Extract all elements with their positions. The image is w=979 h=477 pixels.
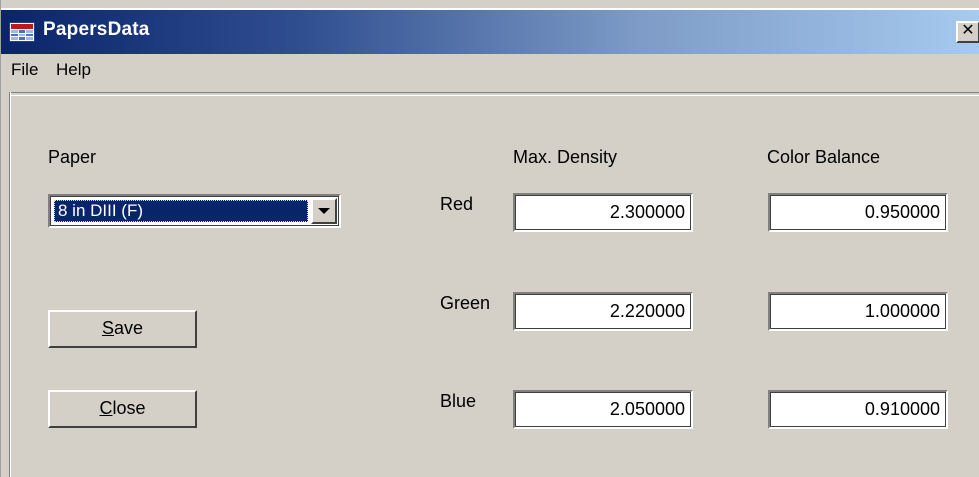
green-color-balance-field[interactable]: 1.000000 xyxy=(768,292,948,331)
table-icon xyxy=(9,22,35,42)
save-button[interactable]: Save xyxy=(48,310,197,348)
title-bar[interactable]: PapersData ✕ xyxy=(1,8,979,54)
paper-label: Paper xyxy=(48,147,97,167)
paper-dropdown[interactable]: 8 in DIII (F) xyxy=(48,194,341,228)
row-label-blue: Blue xyxy=(440,391,477,411)
red-color-balance-field[interactable]: 0.950000 xyxy=(768,193,948,232)
menu-file[interactable]: File xyxy=(11,60,38,80)
client-left-edge xyxy=(9,92,11,477)
blue-color-balance-field[interactable]: 0.910000 xyxy=(768,390,948,429)
close-icon: ✕ xyxy=(961,22,975,39)
papersdata-window: PapersData ✕ File Help Paper 8 in DIII (… xyxy=(0,0,979,477)
row-label-red: Red xyxy=(440,194,474,214)
chevron-down-icon xyxy=(318,208,330,214)
client-separator xyxy=(9,92,979,96)
close-accel: C xyxy=(99,398,113,418)
menu-help[interactable]: Help xyxy=(56,60,91,80)
dropdown-arrow-button[interactable] xyxy=(311,198,337,224)
window-title: PapersData xyxy=(43,19,150,40)
close-label: lose xyxy=(112,398,146,418)
close-button[interactable]: Close xyxy=(48,390,197,428)
save-accel: S xyxy=(101,318,114,338)
max-density-header: Max. Density xyxy=(513,147,618,167)
color-balance-header: Color Balance xyxy=(767,147,881,167)
blue-max-density-field[interactable]: 2.050000 xyxy=(513,390,693,429)
row-label-green: Green xyxy=(440,293,491,313)
menu-bar: File Help xyxy=(1,56,979,86)
save-label: ave xyxy=(113,318,144,338)
red-max-density-field[interactable]: 2.300000 xyxy=(513,193,693,232)
green-max-density-field[interactable]: 2.220000 xyxy=(513,292,693,331)
paper-selected-value: 8 in DIII (F) xyxy=(54,200,308,222)
close-window-button[interactable]: ✕ xyxy=(956,21,979,43)
